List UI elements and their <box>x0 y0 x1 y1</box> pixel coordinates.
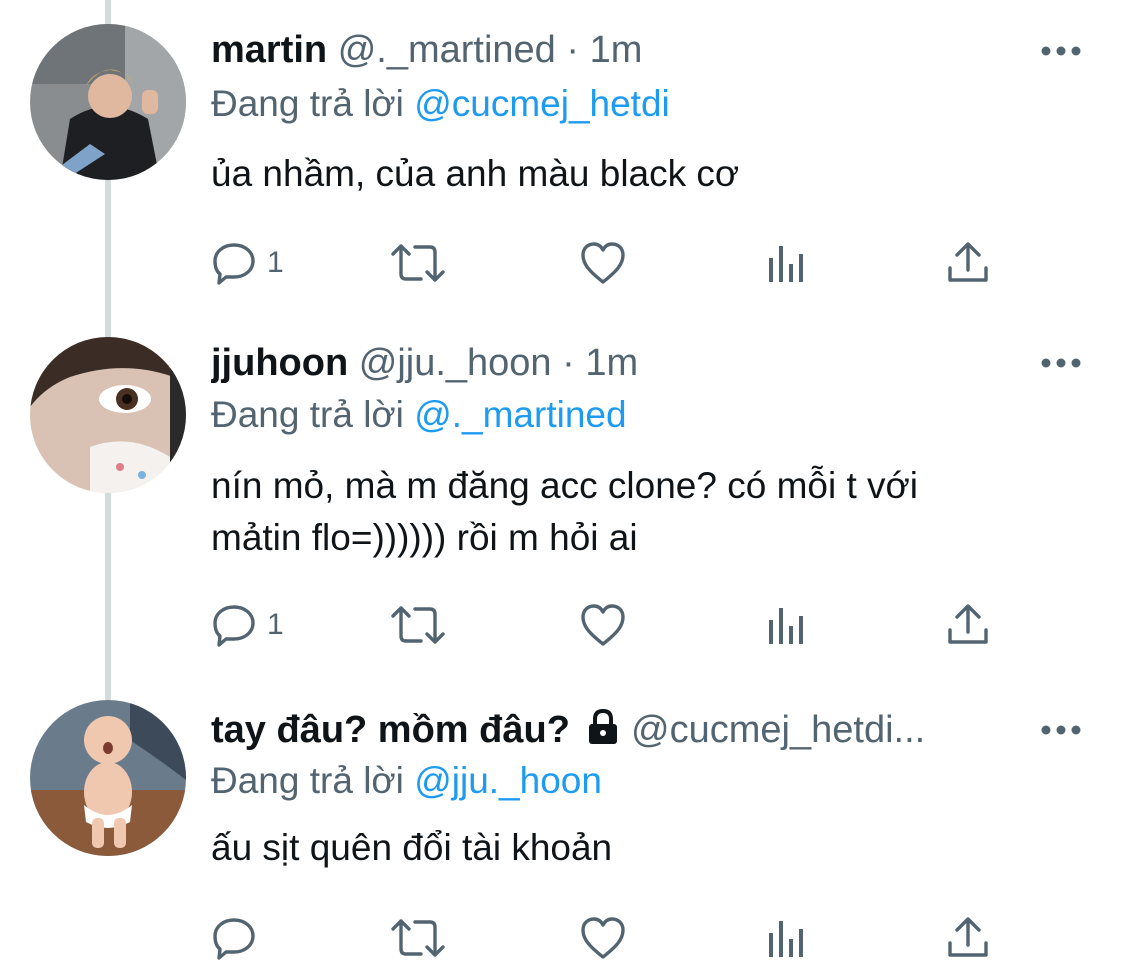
analytics-icon <box>769 608 803 644</box>
tweet-text: ấu sịt quên đổi tài khoản <box>211 827 613 868</box>
user-handle[interactable]: @cucmej_hetdi... <box>631 709 925 751</box>
replying-to: Đang trả lời @cucmej_hetdi <box>211 79 670 129</box>
reply-button[interactable] <box>211 913 257 963</box>
lock-icon <box>589 708 618 744</box>
tweet-martin[interactable]: martin @._martined · 1m Đang trả lời @cu… <box>0 0 1125 320</box>
retweet-button[interactable] <box>389 600 447 650</box>
like-button[interactable] <box>579 238 627 288</box>
timestamp[interactable]: 1m <box>590 29 643 71</box>
avatar[interactable] <box>30 337 186 493</box>
more-options-icon[interactable] <box>1041 357 1081 369</box>
tweet-text-line: mảtin flo=)))))) rồi m hỏi ai <box>211 517 638 558</box>
mention-link[interactable]: @cucmej_hetdi <box>414 83 670 124</box>
timestamp[interactable]: 1m <box>585 342 638 384</box>
retweet-button[interactable] <box>389 913 447 963</box>
share-button[interactable] <box>945 238 991 288</box>
retweet-icon <box>391 606 445 644</box>
reply-button[interactable]: 1 <box>211 600 284 650</box>
like-button[interactable] <box>579 600 627 650</box>
tweet-text-line: nín mỏ, mà m đăng acc clone? có mỗi t vớ… <box>211 465 919 506</box>
tweet-text: nín mỏ, mà m đăng acc clone? có mỗi t vớ… <box>211 460 1071 564</box>
reply-icon <box>213 605 255 647</box>
share-icon <box>948 604 988 644</box>
tweet-header: jjuhoon @jju._hoon · 1m <box>211 337 1035 389</box>
share-button[interactable] <box>945 600 991 650</box>
separator: · <box>562 342 575 384</box>
replying-prefix: Đang trả lời <box>211 760 404 801</box>
analytics-button[interactable] <box>765 600 809 650</box>
display-name[interactable]: tay đâu? mồm đâu? <box>211 709 570 751</box>
user-handle[interactable]: @jju._hoon <box>359 342 552 384</box>
analytics-button[interactable] <box>765 238 809 288</box>
action-bar: 1 <box>211 600 1011 650</box>
replying-prefix: Đang trả lời <box>211 83 404 124</box>
action-bar: 1 <box>211 238 1011 288</box>
heart-icon <box>581 917 625 959</box>
mention-link[interactable]: @._martined <box>414 394 626 435</box>
tweet-jjuhoon[interactable]: jjuhoon @jju._hoon · 1m Đang trả lời @._… <box>0 320 1125 680</box>
reply-count: 1 <box>267 246 284 279</box>
share-icon <box>948 242 988 282</box>
avatar[interactable] <box>30 700 186 856</box>
separator: · <box>566 29 580 71</box>
reply-count: 1 <box>267 608 284 641</box>
tweet-text: ủa nhầm, của anh màu black cơ <box>211 153 740 194</box>
user-handle[interactable]: @._martined <box>338 29 556 71</box>
mention-link[interactable]: @jju._hoon <box>414 760 602 801</box>
reply-button[interactable]: 1 <box>211 238 284 288</box>
analytics-icon <box>769 921 803 957</box>
reply-icon <box>213 243 255 285</box>
share-button[interactable] <box>945 913 991 963</box>
analytics-button[interactable] <box>765 913 809 963</box>
reply-icon <box>213 918 255 960</box>
replying-to: Đang trả lời @jju._hoon <box>211 756 602 806</box>
display-name[interactable]: jjuhoon <box>211 342 348 384</box>
like-button[interactable] <box>579 913 627 963</box>
replying-prefix: Đang trả lời <box>211 394 404 435</box>
share-icon <box>948 917 988 957</box>
analytics-icon <box>769 246 803 282</box>
heart-icon <box>581 604 625 646</box>
replying-to: Đang trả lời @._martined <box>211 390 627 440</box>
tweet-cucmej[interactable]: tay đâu? mồm đâu? @cucmej_hetdi... Đang … <box>0 680 1125 973</box>
display-name[interactable]: martin <box>211 29 327 71</box>
heart-icon <box>581 242 625 284</box>
retweet-icon <box>391 244 445 282</box>
tweet-header: martin @._martined · 1m <box>211 24 1035 76</box>
action-bar <box>211 913 1011 963</box>
retweet-button[interactable] <box>389 238 447 288</box>
more-options-icon[interactable] <box>1041 724 1081 736</box>
tweet-header: tay đâu? mồm đâu? @cucmej_hetdi... <box>211 704 1035 756</box>
more-options-icon[interactable] <box>1041 45 1081 57</box>
avatar[interactable] <box>30 24 186 180</box>
retweet-icon <box>391 919 445 957</box>
